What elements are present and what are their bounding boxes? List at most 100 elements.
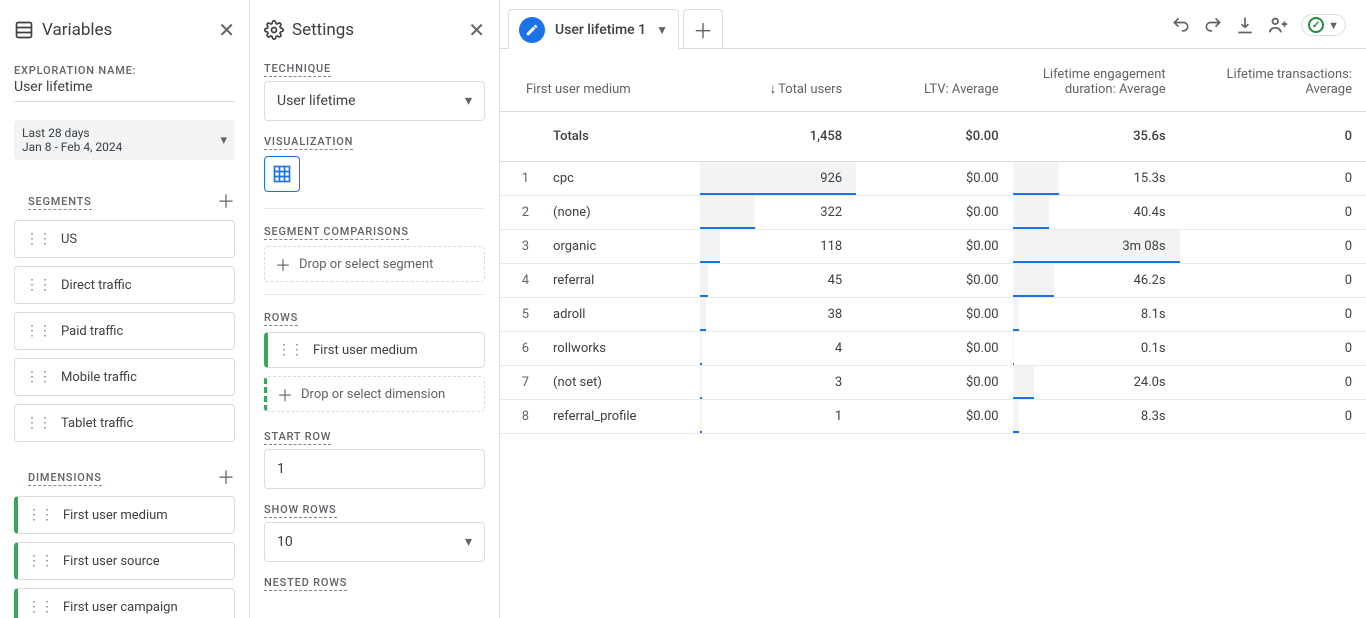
table-row[interactable]: 7(not set)3$0.0024.0s0 <box>500 366 1366 400</box>
variables-title: Variables <box>42 20 112 40</box>
tab-user-lifetime-1[interactable]: User lifetime 1 ▼ <box>508 9 679 49</box>
segment-label: Direct traffic <box>61 278 132 293</box>
row-dimension-value: cpc <box>543 162 700 196</box>
variables-panel: Variables ✕ EXPLORATION NAME: User lifet… <box>0 0 250 618</box>
segment-label: Mobile traffic <box>61 370 137 385</box>
row-metric-value: 40.4s <box>1013 196 1180 230</box>
dimension-chip[interactable]: ⋮⋮First user medium <box>14 496 235 534</box>
drag-handle-icon: ⋮⋮ <box>27 599 53 615</box>
start-row-input[interactable]: 1 <box>264 449 485 489</box>
drop-dimension-zone[interactable]: ＋ Drop or select dimension <box>264 376 485 412</box>
technique-select[interactable]: User lifetime ▾ <box>264 81 485 121</box>
chevron-down-icon[interactable]: ▼ <box>656 23 668 37</box>
row-metric-value: $0.00 <box>856 366 1012 400</box>
table-row[interactable]: 2(none)322$0.0040.4s0 <box>500 196 1366 230</box>
edit-icon <box>519 17 545 43</box>
row-dimension-value: rollworks <box>543 332 700 366</box>
segment-chip[interactable]: ⋮⋮ Mobile traffic <box>14 358 235 396</box>
settings-title: Settings <box>292 20 354 40</box>
row-dimension-value: referral_profile <box>543 400 700 434</box>
column-header-lifetime-transactions[interactable]: Lifetime transactions: Average <box>1180 49 1366 112</box>
add-tab-button[interactable]: ＋ <box>683 9 723 49</box>
download-button[interactable] <box>1235 15 1255 35</box>
row-dimension-value: (none) <box>543 196 700 230</box>
rows-label: ROWS <box>264 311 298 326</box>
row-index: 5 <box>500 298 543 332</box>
variables-header: Variables ✕ <box>0 0 249 56</box>
close-variables-button[interactable]: ✕ <box>218 18 235 42</box>
add-segment-button[interactable]: ＋ <box>217 188 235 214</box>
row-index: 4 <box>500 264 543 298</box>
table-row[interactable]: 5adroll38$0.008.1s0 <box>500 298 1366 332</box>
segment-chip[interactable]: ⋮⋮US <box>14 220 235 258</box>
row-metric-value: $0.00 <box>856 162 1012 196</box>
drop-segment-zone[interactable]: ＋ Drop or select segment <box>264 246 485 282</box>
date-range-label: Jan 8 - Feb 4, 2024 <box>22 140 122 154</box>
dimension-label: First user medium <box>63 508 168 523</box>
row-metric-value: $0.00 <box>856 230 1012 264</box>
row-metric-value: $0.00 <box>856 332 1012 366</box>
drag-handle-icon: ⋮⋮ <box>277 342 303 358</box>
dimension-chip[interactable]: ⋮⋮ First user source <box>14 542 235 580</box>
table-row[interactable]: 3organic118$0.003m 08s0 <box>500 230 1366 264</box>
row-metric-value: 3 <box>700 366 856 400</box>
row-metric-value: 0 <box>1180 230 1366 264</box>
share-button[interactable] <box>1267 14 1289 36</box>
segment-chip[interactable]: ⋮⋮Direct traffic <box>14 266 235 304</box>
dimension-label: First user source <box>63 554 160 569</box>
totals-ltv: $0.00 <box>856 112 1012 162</box>
close-settings-button[interactable]: ✕ <box>468 18 485 42</box>
plus-icon: ＋ <box>275 252 291 276</box>
add-dimension-button[interactable]: ＋ <box>217 464 235 490</box>
table-row[interactable]: 4referral45$0.0046.2s0 <box>500 264 1366 298</box>
sort-desc-icon: ↓ <box>770 82 777 97</box>
table-row[interactable]: 1cpc926$0.0015.3s0 <box>500 162 1366 196</box>
row-metric-value: 8.1s <box>1013 298 1180 332</box>
row-metric-value: 926 <box>700 162 856 196</box>
plus-icon: ＋ <box>277 382 293 406</box>
row-dimension-value: organic <box>543 230 700 264</box>
tabs-bar: User lifetime 1 ▼ ＋ ✓ ▼ <box>500 0 1366 49</box>
visualization-label: VISUALIZATION <box>264 135 353 150</box>
column-header-total-users[interactable]: ↓Total users <box>700 49 856 112</box>
table-row[interactable]: 6rollworks4$0.000.1s0 <box>500 332 1366 366</box>
segment-label: US <box>61 232 77 247</box>
row-metric-value: 0 <box>1180 196 1366 230</box>
totals-transactions: 0 <box>1180 112 1366 162</box>
date-range-picker[interactable]: Last 28 days Jan 8 - Feb 4, 2024 ▾ <box>14 120 235 160</box>
row-metric-value: 38 <box>700 298 856 332</box>
row-index: 3 <box>500 230 543 264</box>
drag-handle-icon: ⋮⋮ <box>25 415 51 431</box>
exploration-name-input[interactable]: User lifetime <box>14 79 235 102</box>
settings-header: Settings ✕ <box>250 0 499 56</box>
drag-handle-icon: ⋮⋮ <box>27 553 53 569</box>
dimension-chip[interactable]: ⋮⋮ First user campaign <box>14 588 235 618</box>
totals-label: Totals <box>543 112 700 162</box>
row-dimension-chip[interactable]: ⋮⋮ First user medium <box>264 332 485 368</box>
row-metric-value: 0 <box>1180 400 1366 434</box>
segment-chip[interactable]: ⋮⋮Paid traffic <box>14 312 235 350</box>
table-visualization-button[interactable] <box>264 156 300 192</box>
row-metric-value: $0.00 <box>856 298 1012 332</box>
status-indicator[interactable]: ✓ ▼ <box>1301 14 1346 36</box>
undo-button[interactable] <box>1171 15 1191 35</box>
column-header-ltv-average[interactable]: LTV: Average <box>856 49 1012 112</box>
segment-chip[interactable]: ⋮⋮Tablet traffic <box>14 404 235 442</box>
column-header-engagement-duration[interactable]: Lifetime engagement duration: Average <box>1013 49 1180 112</box>
row-metric-value: 46.2s <box>1013 264 1180 298</box>
table-row[interactable]: 8referral_profile1$0.008.3s0 <box>500 400 1366 434</box>
technique-label: TECHNIQUE <box>264 62 331 77</box>
redo-button[interactable] <box>1203 15 1223 35</box>
date-preset-label: Last 28 days <box>22 126 122 140</box>
variables-icon <box>14 20 34 40</box>
drop-dimension-label: Drop or select dimension <box>301 387 445 402</box>
table-icon <box>272 164 292 184</box>
row-metric-value: $0.00 <box>856 196 1012 230</box>
drag-handle-icon: ⋮⋮ <box>25 369 51 385</box>
dimension-label: First user campaign <box>63 600 178 615</box>
data-table: First user medium ↓Total users LTV: Aver… <box>500 49 1366 434</box>
show-rows-value: 10 <box>277 534 293 550</box>
show-rows-select[interactable]: 10 ▾ <box>264 522 485 562</box>
row-metric-value: 0 <box>1180 332 1366 366</box>
column-header-dimension[interactable]: First user medium <box>500 49 700 112</box>
